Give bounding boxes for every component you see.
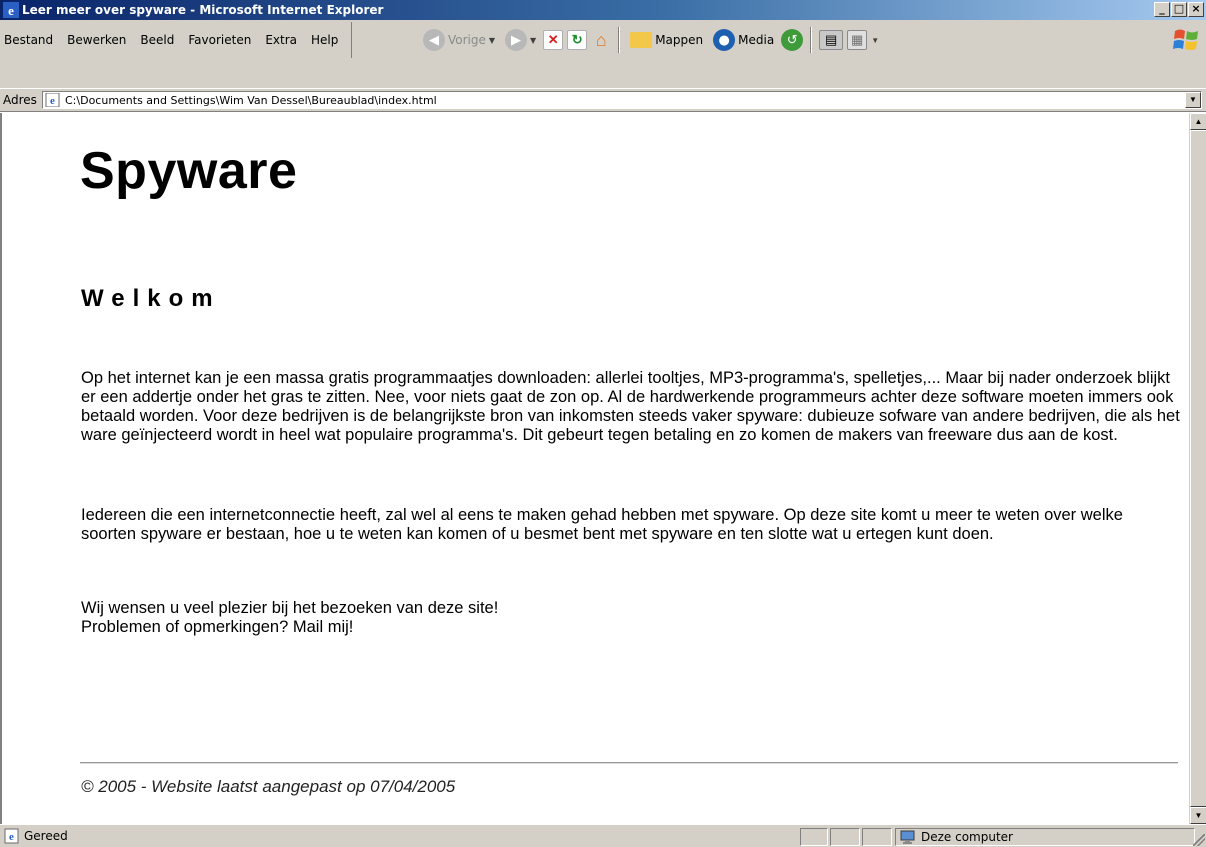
window-title: Leer meer over spyware - Microsoft Inter… [22,3,384,17]
back-arrow-icon: ◀ [423,29,445,51]
menu-bewerken[interactable]: Bewerken [60,33,133,47]
address-field[interactable]: e C:\Documents and Settings\Wim Van Dess… [42,91,1202,109]
edit-dropdown-icon[interactable]: ▼ [871,36,879,45]
status-panel [862,828,892,846]
menu-bestand[interactable]: Bestand [0,33,60,47]
menu-beeld[interactable]: Beeld [133,33,181,47]
refresh-icon[interactable]: ↻ [567,30,588,50]
menu-favorieten[interactable]: Favorieten [181,33,258,47]
folders-label: Mappen [655,33,704,47]
zone-text: Deze computer [921,830,1013,844]
address-dropdown-icon[interactable]: ▼ [1185,92,1201,108]
media-label: Media [738,33,775,47]
scroll-down-icon[interactable]: ▼ [1190,807,1206,824]
page-icon: e [45,93,60,107]
forward-button[interactable]: ▶ ▼ [502,29,539,51]
forward-arrow-icon: ▶ [505,29,528,51]
menu-help[interactable]: Help [304,33,345,47]
command-bar: Bestand Bewerken Beeld Favorieten Extra … [0,20,1206,90]
info-paragraph: Iedereen die een internetconnectie heeft… [81,506,1123,543]
status-bar: e Gereed Deze computer [0,824,1206,847]
history-icon[interactable]: ↺ [781,29,804,51]
home-icon[interactable]: ⌂ [591,30,611,50]
title-bar[interactable]: e Leer meer over spyware - Microsoft Int… [0,0,1206,20]
forward-dropdown-icon[interactable]: ▼ [530,36,536,45]
back-button[interactable]: ◀ Vorige ▼ [420,29,498,51]
intro-paragraph: Op het internet kan je een massa gratis … [81,369,1180,444]
address-bar: Adres e C:\Documents and Settings\Wim Va… [0,88,1206,112]
page-title: Spyware [80,142,298,200]
status-panel [830,828,860,846]
folders-button[interactable]: Mappen [627,32,706,48]
browser-viewport[interactable]: Spyware Welkom Op het internet kan je ee… [0,113,1206,824]
svg-text:e: e [9,831,14,843]
toolbar-separator [810,27,813,53]
security-zone[interactable]: Deze computer [895,828,1195,846]
back-dropdown-icon[interactable]: ▼ [489,36,495,45]
close-button[interactable]: × [1188,2,1204,17]
ie-logo-icon: e [3,2,19,18]
windows-logo-icon [1173,29,1198,50]
closing-line-2: Problemen of opmerkingen? Mail mij! [81,618,354,636]
resize-grip-icon[interactable] [1193,834,1205,846]
status-panel [800,828,828,846]
svg-text:e: e [50,95,55,107]
edit-icon[interactable]: ▦ [847,30,868,50]
standard-toolbar: ◀ Vorige ▼ ▶ ▼ ✕ ↻ ⌂ Mappen ● Media ↺ ▤ … [420,22,879,58]
print-icon[interactable]: ▤ [819,30,844,50]
toolbar-separator [618,27,621,53]
closing-line-1: Wij wensen u veel plezier bij het bezoek… [81,599,499,617]
address-label: Adres [3,93,37,107]
menu-bar: Bestand Bewerken Beeld Favorieten Extra … [0,22,353,58]
vertical-scrollbar[interactable]: ▲ ▼ [1189,113,1206,824]
page-footer: © 2005 - Website laatst aangepast op 07/… [81,777,456,796]
scroll-thumb[interactable] [1190,130,1206,807]
window-controls: _ □ × [1154,2,1204,17]
back-label: Vorige [448,33,486,47]
scroll-up-icon[interactable]: ▲ [1190,113,1206,130]
stop-icon[interactable]: ✕ [543,30,564,50]
media-globe-icon: ● [713,29,736,51]
media-button[interactable]: ● Media [710,29,777,51]
footer-divider [80,762,1178,764]
svg-text:e: e [8,3,14,18]
folder-icon [630,32,653,48]
page-status-icon: e [4,828,19,844]
welcome-heading: Welkom [81,285,221,312]
minimize-button[interactable]: _ [1154,2,1170,17]
menu-extra[interactable]: Extra [258,33,304,47]
closing-paragraph: Wij wensen u veel plezier bij het bezoek… [81,599,1181,637]
computer-icon [900,830,915,844]
address-url[interactable]: C:\Documents and Settings\Wim Van Dessel… [65,94,437,107]
status-text: Gereed [24,829,68,843]
maximize-button[interactable]: □ [1171,2,1187,17]
